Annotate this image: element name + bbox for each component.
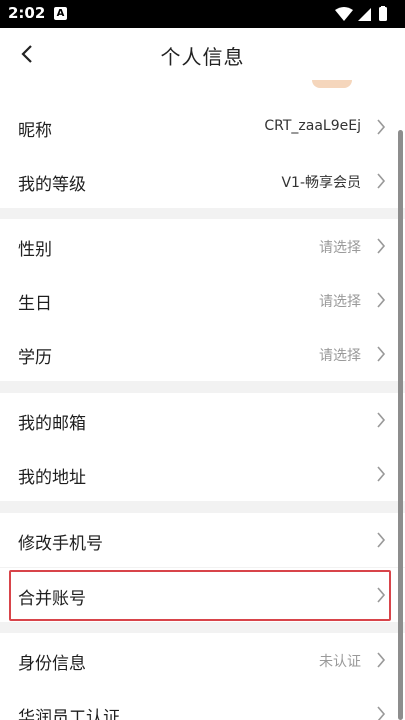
status-icons bbox=[335, 6, 387, 21]
row-label: 合并账号 bbox=[18, 589, 86, 609]
row-education[interactable]: 学历 请选择 bbox=[0, 327, 405, 381]
row-identity[interactable]: 身份信息 未认证 bbox=[0, 633, 405, 687]
row-label: 华润员工认证 bbox=[18, 708, 120, 720]
chevron-right-icon bbox=[377, 292, 386, 308]
row-label: 昵称 bbox=[18, 121, 52, 141]
row-nickname[interactable]: 昵称 CRT_zaaL9eEj bbox=[0, 100, 405, 154]
signal-icon bbox=[358, 8, 371, 21]
row-value: 请选择 bbox=[319, 348, 361, 364]
page-title: 个人信息 bbox=[160, 45, 245, 69]
row-employee-verify[interactable]: 华润员工认证 bbox=[0, 687, 405, 720]
chevron-right-icon bbox=[377, 412, 386, 428]
row-level[interactable]: 我的等级 V1-畅享会员 bbox=[0, 154, 405, 208]
row-label: 生日 bbox=[18, 294, 52, 314]
row-address[interactable]: 我的地址 bbox=[0, 447, 405, 501]
row-label: 我的等级 bbox=[18, 175, 86, 195]
row-label: 性别 bbox=[18, 240, 52, 260]
header: 个人信息 bbox=[0, 28, 405, 80]
row-value: V1-畅享会员 bbox=[281, 175, 361, 191]
row-label: 身份信息 bbox=[18, 654, 86, 674]
scrollbar[interactable] bbox=[398, 130, 403, 720]
wifi-icon bbox=[335, 7, 353, 21]
chevron-right-icon bbox=[377, 706, 386, 720]
chevron-right-icon bbox=[377, 652, 386, 668]
row-change-phone[interactable]: 修改手机号 bbox=[0, 513, 405, 567]
row-merge-account[interactable]: 合并账号 bbox=[0, 568, 405, 622]
row-value: 请选择 bbox=[319, 294, 361, 310]
row-value: CRT_zaaL9eEj bbox=[264, 118, 361, 134]
row-label: 我的邮箱 bbox=[18, 414, 86, 434]
status-bar: 2:02 A bbox=[0, 0, 405, 28]
chevron-right-icon bbox=[377, 119, 386, 135]
row-gender[interactable]: 性别 请选择 bbox=[0, 219, 405, 273]
notification-icon: A bbox=[54, 7, 67, 20]
row-label: 我的地址 bbox=[18, 468, 86, 488]
chevron-right-icon bbox=[377, 587, 386, 603]
row-value: 请选择 bbox=[319, 240, 361, 256]
chevron-right-icon bbox=[377, 466, 386, 482]
battery-icon bbox=[379, 7, 387, 21]
row-label: 学历 bbox=[18, 348, 52, 368]
row-birthday[interactable]: 生日 请选择 bbox=[0, 273, 405, 327]
chevron-right-icon bbox=[377, 173, 386, 189]
status-time: 2:02 bbox=[8, 4, 46, 22]
avatar-area[interactable] bbox=[0, 80, 405, 100]
chevron-right-icon bbox=[377, 238, 386, 254]
avatar bbox=[312, 80, 352, 88]
row-value: 未认证 bbox=[319, 654, 361, 670]
row-label: 修改手机号 bbox=[18, 534, 103, 554]
chevron-right-icon bbox=[377, 346, 386, 362]
chevron-right-icon bbox=[377, 532, 386, 548]
row-email[interactable]: 我的邮箱 bbox=[0, 393, 405, 447]
